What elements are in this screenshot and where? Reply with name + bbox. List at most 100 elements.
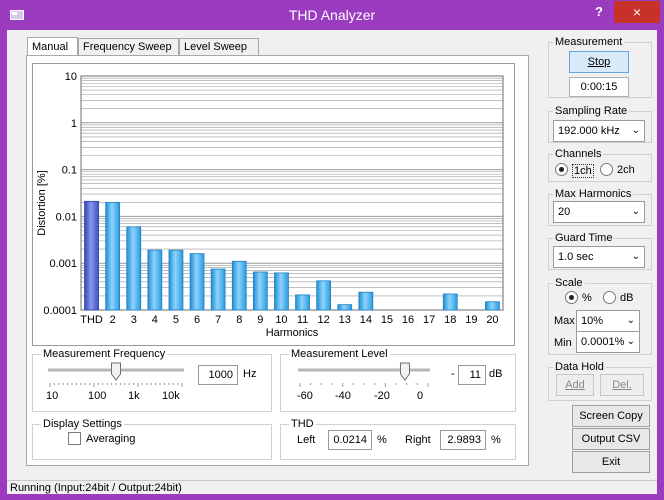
scale-percent-radio[interactable] <box>565 291 578 304</box>
channels-2ch-radio[interactable] <box>600 163 613 176</box>
thd-left-value: 0.0214 <box>328 430 372 450</box>
x-tick-label: 9 <box>257 314 263 326</box>
x-tick-label: 4 <box>152 314 158 326</box>
channels-1ch-radio[interactable] <box>555 163 568 176</box>
guard-time-value: 1.0 sec <box>558 251 594 263</box>
level-scale-minus60: -60 <box>297 390 313 402</box>
level-unit: dB <box>489 368 503 380</box>
x-tick-label: 13 <box>339 314 351 326</box>
frequency-slider[interactable] <box>44 362 194 388</box>
level-input[interactable]: 11 <box>458 365 486 385</box>
x-tick-label: 3 <box>131 314 137 326</box>
bar-harmonic-13 <box>337 304 353 311</box>
level-slider-thumb[interactable] <box>399 362 410 381</box>
frequency-slider-thumb[interactable] <box>111 362 121 381</box>
x-axis-label: Harmonics <box>266 327 319 339</box>
bar-harmonic-5 <box>168 249 184 311</box>
frequency-scale-1k: 1k <box>128 390 140 402</box>
thd-left-label: Left <box>297 434 316 446</box>
frequency-input[interactable]: 1000 <box>198 365 238 385</box>
y-tick-label: 0.001 <box>49 258 77 270</box>
scale-db-radio[interactable] <box>603 291 616 304</box>
chevron-down-icon: ⌄ <box>631 125 640 136</box>
level-slider[interactable] <box>294 362 440 388</box>
y-tick-label: 10 <box>65 71 77 83</box>
scale-max-label: Max <box>554 315 575 327</box>
x-tick-label: 16 <box>402 314 414 326</box>
scale-min-select[interactable]: 0.0001% ⌄ <box>576 331 640 353</box>
level-scale-0: 0 <box>417 390 424 402</box>
tab-manual[interactable]: Manual <box>27 37 78 56</box>
averaging-label: Averaging <box>86 433 136 445</box>
guard-time-title: Guard Time <box>553 232 615 244</box>
scale-max-select[interactable]: 10% ⌄ <box>576 310 640 332</box>
chevron-down-icon: ⌄ <box>631 251 640 262</box>
scale-max-value: 10% <box>581 315 604 327</box>
screen-copy-button[interactable]: Screen Copy <box>572 405 650 427</box>
frequency-scale-10: 10 <box>46 390 59 402</box>
close-button[interactable]: × <box>614 1 660 23</box>
title-bar[interactable]: THD Analyzer ? × <box>0 0 664 30</box>
bar-harmonic-4 <box>147 249 163 311</box>
chart-svg: 10 1 0.1 0.01 0.001 0.0001THD 2 3 4 5 6 7 8 9 10 11 12 13… <box>36 71 504 339</box>
sampling-rate-value: 192.000 kHz <box>558 125 620 137</box>
scale-percent-label[interactable]: % <box>582 292 592 304</box>
x-tick-label: 20 <box>486 314 498 326</box>
thd-right-value: 2.9893 <box>440 430 486 450</box>
thd-right-label: Right <box>405 434 431 446</box>
scale-title: Scale <box>553 277 585 289</box>
scale-db-label[interactable]: dB <box>620 292 633 304</box>
guard-time-select[interactable]: 1.0 sec ⌄ <box>553 246 645 268</box>
sampling-rate-select[interactable]: 192.000 kHz ⌄ <box>553 120 645 142</box>
bar-harmonic-10 <box>274 272 289 311</box>
bar-harmonic-2 <box>105 201 121 311</box>
channels-1ch-label[interactable]: 1ch <box>572 164 594 178</box>
frequency-unit: Hz <box>243 368 257 380</box>
max-harmonics-value: 20 <box>558 206 571 218</box>
x-tick-label: THD <box>80 314 103 326</box>
channels-title: Channels <box>553 148 604 160</box>
help-button[interactable]: ? <box>586 4 612 22</box>
measurement-frequency-title: Measurement Frequency <box>41 348 168 360</box>
chevron-down-icon: ⌄ <box>626 315 635 326</box>
y-tick-label: 0.01 <box>56 211 77 223</box>
exit-button[interactable]: Exit <box>572 451 650 473</box>
measurement-title: Measurement <box>553 36 625 48</box>
bar-harmonic-6 <box>189 253 205 311</box>
channels-2ch-label[interactable]: 2ch <box>617 164 635 176</box>
max-harmonics-select[interactable]: 20 ⌄ <box>553 201 645 223</box>
elapsed-time: 0:00:15 <box>569 77 629 97</box>
frequency-scale-100: 100 <box>88 390 107 402</box>
window-title: THD Analyzer <box>288 7 376 23</box>
x-tick-label: 17 <box>423 314 435 326</box>
level-sign: - <box>451 368 455 380</box>
tab-frequency-sweep[interactable]: Frequency Sweep <box>78 38 179 56</box>
x-tick-label: 6 <box>194 314 200 326</box>
tab-level-sweep[interactable]: Level Sweep <box>179 38 259 56</box>
app-window: THD Analyzer ? × Manual Frequency Sweep … <box>0 0 664 500</box>
delete-button[interactable]: Del. <box>600 374 644 396</box>
bar-thd <box>84 200 99 311</box>
sampling-rate-title: Sampling Rate <box>553 105 630 117</box>
x-tick-label: 5 <box>173 314 179 326</box>
stop-button[interactable]: Stop <box>569 51 629 73</box>
thd-title: THD <box>289 418 316 430</box>
plot-border <box>80 75 504 311</box>
distortion-chart: 10 1 0.1 0.01 0.001 0.0001 THD 2 3 4 5 6 7 8 9 10 11 12 13… <box>32 63 515 346</box>
output-csv-button[interactable]: Output CSV <box>572 428 650 450</box>
thd-left-unit: % <box>377 434 387 446</box>
bar-harmonic-9 <box>252 271 268 311</box>
add-button[interactable]: Add <box>556 374 594 396</box>
frequency-slider-ticks <box>49 383 183 387</box>
x-tick-label: 18 <box>444 314 456 326</box>
data-hold-title: Data Hold <box>553 361 606 373</box>
frequency-scale-10k: 10k <box>162 390 180 402</box>
chevron-down-icon: ⌄ <box>626 336 635 347</box>
y-tick-label: 0.1 <box>62 165 77 177</box>
x-tick-label: 15 <box>381 314 393 326</box>
x-tick-label: 19 <box>465 314 477 326</box>
averaging-checkbox[interactable] <box>68 432 81 445</box>
scale-min-label: Min <box>554 337 572 349</box>
bar-harmonic-12 <box>316 280 332 311</box>
x-tick-label: 10 <box>275 314 287 326</box>
